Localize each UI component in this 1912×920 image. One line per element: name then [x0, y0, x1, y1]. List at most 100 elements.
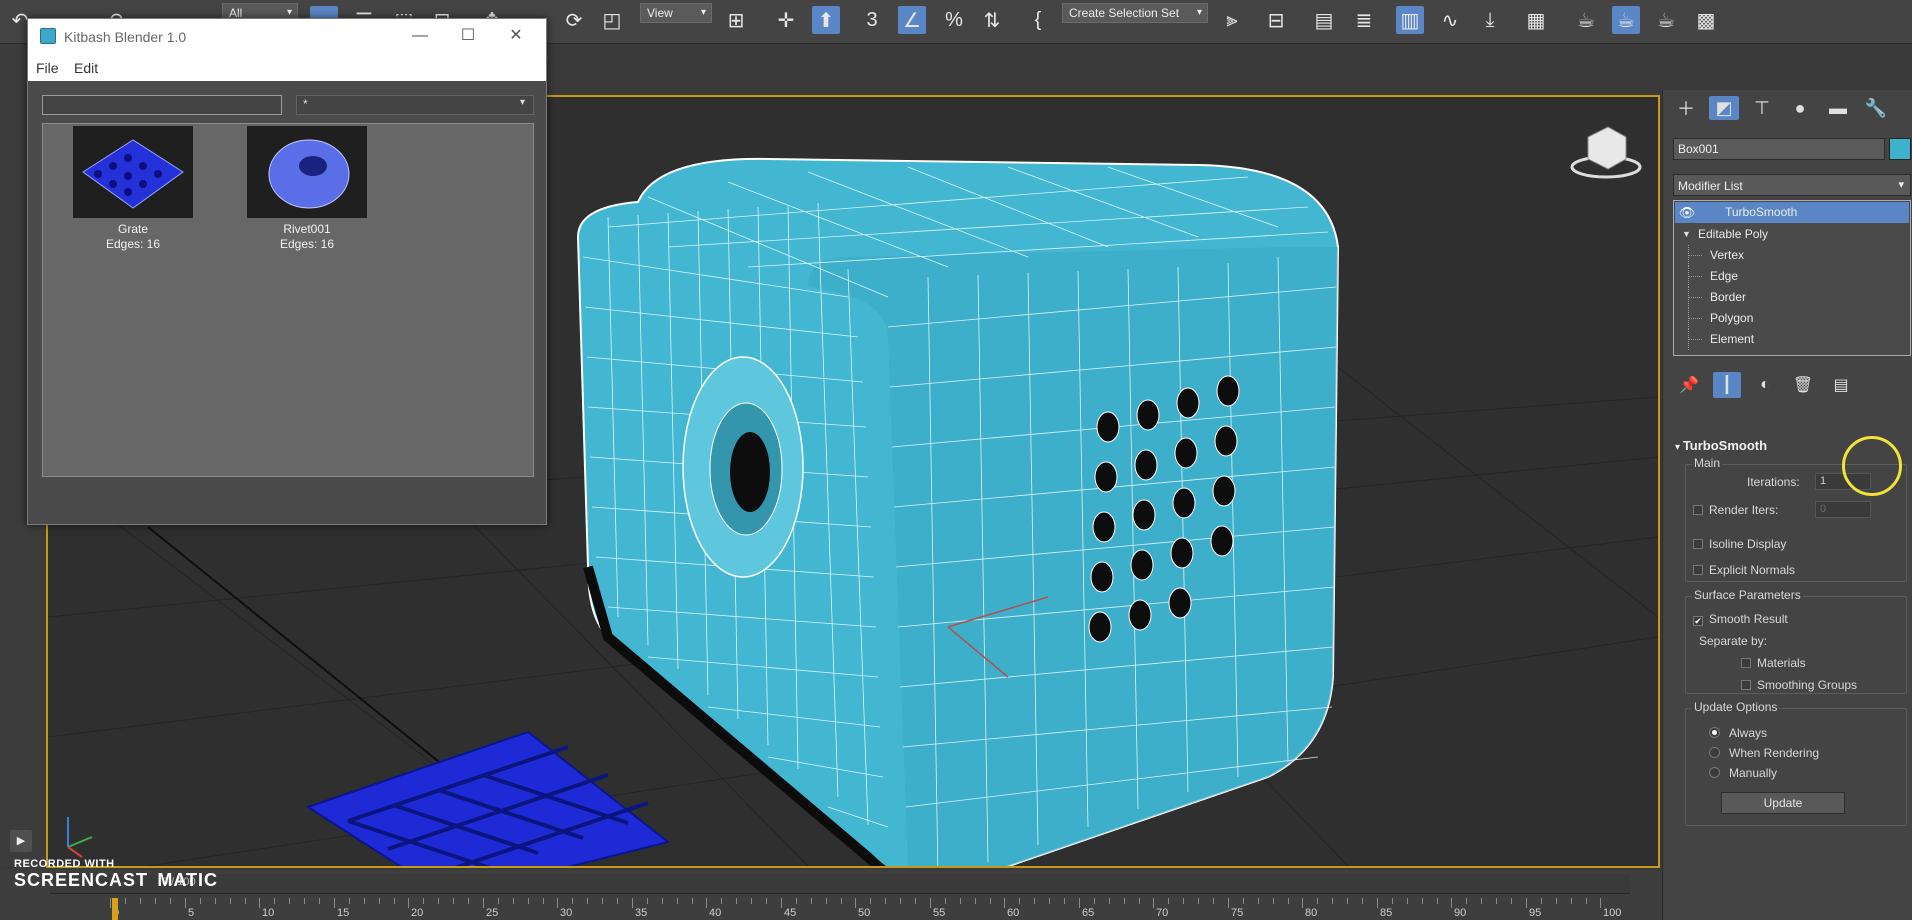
timeline-minor-tick	[1213, 898, 1214, 904]
eye-icon[interactable]: 👁	[1677, 202, 1697, 223]
time-cursor[interactable]	[112, 898, 118, 920]
ref-coord-dropdown[interactable]: View	[640, 3, 712, 23]
timeline-tick	[1600, 898, 1601, 908]
viewcube-icon	[1570, 126, 1642, 179]
explicit-normals-row[interactable]: Explicit Normals	[1693, 563, 1795, 577]
render-iters-checkbox[interactable]	[1693, 505, 1703, 515]
timeline-minor-tick	[1288, 898, 1289, 904]
scale-icon[interactable]: ◰	[598, 6, 626, 34]
watermark-line1: RECORDED WITH	[14, 858, 115, 870]
smoothing-groups-checkbox[interactable]	[1741, 680, 1751, 690]
object-color-swatch[interactable]	[1889, 138, 1911, 160]
modifier-list-dropdown[interactable]: Modifier List	[1673, 174, 1911, 196]
kitbash-window[interactable]: Kitbash Blender 1.0 — ☐ ✕ File Edit * Gr…	[27, 18, 547, 525]
mirror-icon[interactable]: ⫸	[1218, 6, 1246, 34]
timeline-tick	[110, 898, 111, 908]
modify-tab-icon[interactable]: ◩	[1709, 96, 1739, 120]
kitbash-search-input[interactable]	[42, 95, 282, 115]
always-row[interactable]: Always	[1709, 726, 1767, 740]
stack-item-editable-poly[interactable]: ▼ Editable Poly	[1674, 224, 1910, 245]
smoothing-groups-row[interactable]: Smoothing Groups	[1741, 678, 1857, 692]
play-icon[interactable]: ▶	[10, 830, 32, 852]
smooth-result-label: Smooth Result	[1709, 612, 1788, 626]
spinner-snap-icon[interactable]: ⇅	[978, 6, 1006, 34]
asset-edges: Edges: 16	[279, 237, 335, 251]
make-unique-icon[interactable]: ◐	[1751, 372, 1779, 398]
render-online-icon[interactable]: ▩	[1692, 6, 1720, 34]
edit-named-sets-icon[interactable]: {	[1024, 6, 1052, 34]
create-tab-icon[interactable]: ＋	[1671, 96, 1701, 120]
smooth-result-checkbox[interactable]: ✔	[1693, 616, 1703, 626]
menu-edit[interactable]: Edit	[74, 60, 98, 76]
minimize-icon[interactable]: —	[408, 25, 432, 49]
mouse-cursor-highlight	[1842, 436, 1902, 496]
menu-file[interactable]: File	[36, 60, 59, 76]
timeline-minor-tick	[304, 898, 305, 904]
motion-tab-icon[interactable]: ●	[1785, 96, 1815, 120]
asset-item-rivet[interactable]: Rivet001 Edges: 16	[247, 126, 367, 251]
smooth-result-row[interactable]: ✔ Smooth Result	[1693, 612, 1788, 626]
subobject-element[interactable]: Element	[1674, 329, 1910, 350]
percent-snap-icon[interactable]: %	[940, 6, 968, 34]
timeline-ruler[interactable]: 0510152025303540455055606570758085909510…	[110, 898, 1621, 920]
render-frame-icon[interactable]: ☕	[1612, 6, 1640, 34]
curve-editor-icon[interactable]: ∿	[1436, 6, 1464, 34]
subobject-polygon[interactable]: Polygon	[1674, 308, 1910, 329]
configure-modifier-sets-icon[interactable]: ▤	[1827, 372, 1855, 398]
kitbash-titlebar[interactable]: Kitbash Blender 1.0 — ☐ ✕	[28, 19, 546, 55]
explicit-normals-checkbox[interactable]	[1693, 565, 1703, 575]
timeline-tick	[1302, 898, 1303, 908]
isoline-checkbox[interactable]	[1693, 539, 1703, 549]
scene-explorer-icon[interactable]: ▤	[1310, 6, 1338, 34]
time-slider-track[interactable]: 0 / 100	[50, 874, 1630, 894]
display-tab-icon[interactable]: ▬	[1823, 96, 1853, 120]
kitbash-filter-dropdown[interactable]: *	[296, 95, 534, 115]
asset-name: Grate	[117, 222, 148, 236]
hierarchy-tab-icon[interactable]: ⊤	[1747, 96, 1777, 120]
snap-toggle-icon[interactable]: 3	[858, 6, 886, 34]
align-icon[interactable]: ⊟	[1262, 6, 1290, 34]
keyboard-shortcut-icon[interactable]: ⬆	[812, 6, 840, 34]
always-radio[interactable]	[1709, 727, 1720, 738]
timeline-tick	[185, 898, 186, 908]
timeline-minor-tick	[1407, 898, 1408, 904]
pivot-icon[interactable]: ⊞	[722, 6, 750, 34]
timeline-minor-tick	[721, 898, 722, 904]
maximize-icon[interactable]: ☐	[456, 25, 480, 49]
angle-snap-icon[interactable]: ∠	[898, 6, 926, 34]
rotate-icon[interactable]: ⟳	[560, 6, 588, 34]
materials-row[interactable]: Materials	[1741, 656, 1806, 670]
manually-row[interactable]: Manually	[1709, 766, 1777, 780]
show-end-result-icon[interactable]: ┃	[1713, 372, 1741, 398]
manually-radio[interactable]	[1709, 767, 1720, 778]
subobject-edge[interactable]: Edge	[1674, 266, 1910, 287]
timeline-minor-tick	[1332, 898, 1333, 904]
layer-explorer-icon[interactable]: ≣	[1350, 6, 1378, 34]
schematic-view-icon[interactable]: ⤓	[1476, 6, 1504, 34]
ribbon-icon[interactable]: ▥	[1396, 6, 1424, 34]
update-button[interactable]: Update	[1721, 792, 1845, 814]
isoline-row[interactable]: Isoline Display	[1693, 537, 1786, 551]
expand-arrow-icon[interactable]: ▼	[1682, 224, 1691, 245]
subobject-vertex[interactable]: Vertex	[1674, 245, 1910, 266]
object-name-field[interactable]: Box001	[1673, 138, 1885, 160]
close-icon[interactable]: ✕	[504, 25, 528, 49]
when-rendering-radio[interactable]	[1709, 747, 1720, 758]
render-icon[interactable]: ☕	[1652, 6, 1680, 34]
material-editor-icon[interactable]: ▦	[1522, 6, 1550, 34]
asset-item-grate[interactable]: Grate Edges: 16	[73, 126, 193, 251]
timeline[interactable]: 0 / 100 05101520253035404550556065707580…	[0, 870, 1662, 920]
select-manipulate-icon[interactable]: ✛	[772, 6, 800, 34]
when-rendering-row[interactable]: When Rendering	[1709, 746, 1819, 760]
subobject-border[interactable]: Border	[1674, 287, 1910, 308]
pin-stack-icon[interactable]: 📌	[1675, 372, 1703, 398]
turbosmooth-rollout-title[interactable]: TurboSmooth	[1675, 438, 1767, 456]
stack-item-turbosmooth[interactable]: 👁 TurboSmooth	[1675, 202, 1909, 223]
render-setup-icon[interactable]: ☕	[1572, 6, 1600, 34]
render-iters-spinner[interactable]: 0	[1815, 501, 1871, 518]
remove-modifier-icon[interactable]: 🗑	[1789, 372, 1817, 398]
materials-checkbox[interactable]	[1741, 658, 1751, 668]
utilities-tab-icon[interactable]: 🔧	[1861, 96, 1891, 120]
selection-set-dropdown[interactable]: Create Selection Set	[1062, 3, 1208, 23]
timeline-minor-tick	[543, 898, 544, 904]
